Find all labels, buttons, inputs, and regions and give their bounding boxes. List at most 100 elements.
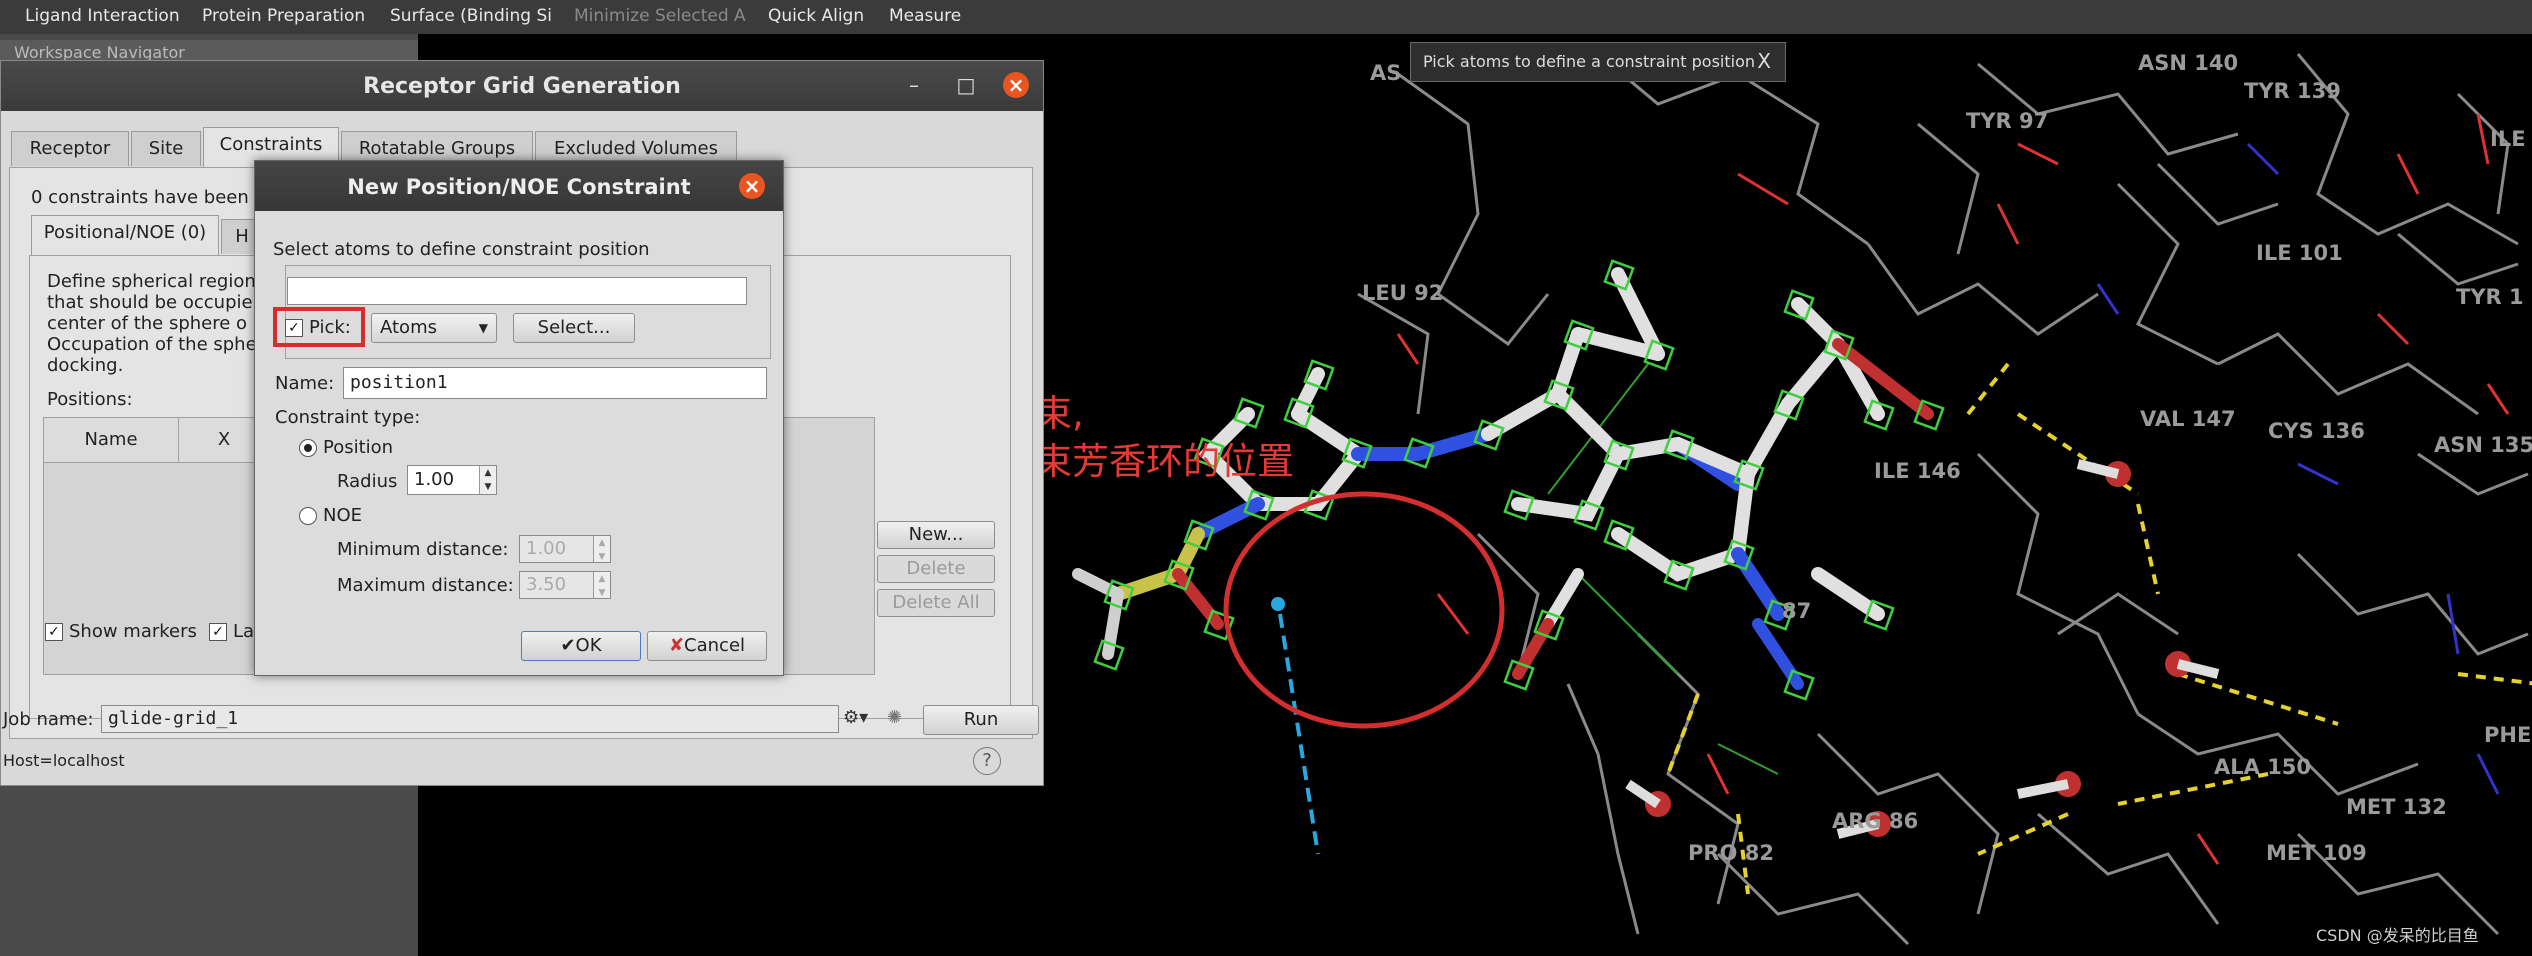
run-button[interactable]: Run [923,705,1039,735]
positions-label: Positions: [47,389,133,410]
residue-label: ILE [2490,127,2526,151]
centroid-axis [1278,613,1320,855]
residue-label: ASN 135 [2434,433,2532,457]
constraint-name-input[interactable]: position1 [343,367,767,399]
radius-spinbox[interactable]: 1.00 ▲ ▼ [407,465,497,495]
table-header-name[interactable]: Name [43,417,179,463]
residue-label: CYS 136 [2268,419,2365,443]
residue-label: ASN 140 [2138,51,2238,75]
window-title: Receptor Grid Generation [363,74,681,99]
pick-mode-dropdown[interactable]: Atoms ▼ [371,313,497,343]
tooltip-close-button[interactable]: X [1757,49,1771,73]
chevron-down-icon: ▼ [478,321,488,335]
max-distance-spinbox[interactable]: 3.50 ▲ ▼ [519,571,611,599]
constraint-type-label: Constraint type: [275,407,421,428]
subtab-positional-noe[interactable]: Positional/NOE (0) [31,215,219,256]
name-label: Name: [275,373,335,394]
centroid-marker [1271,597,1285,611]
residue-label: ALA 150 [2214,755,2311,779]
maximize-button[interactable]: □ [953,72,979,98]
ok-button[interactable]: ✔OK [521,631,641,661]
host-label: Host=localhost [3,751,125,770]
cancel-x-icon: ✘ [668,635,685,656]
ok-label: OK [575,635,602,656]
label-checkbox[interactable]: ✓ [209,623,227,641]
menu-protein-preparation[interactable]: Protein Preparation [202,6,365,26]
residue-label: ARG 86 [1832,809,1918,833]
description-text: Define spherical region that should be o… [47,271,257,376]
menu-measure[interactable]: Measure [889,6,961,26]
min-distance-spinbox[interactable]: 1.00 ▲ ▼ [519,535,611,563]
delete-position-button[interactable]: Delete [877,555,995,583]
cancel-label: Cancel [684,635,746,656]
residue-label: AS [1370,61,1401,85]
residue-label: ILE 146 [1874,459,1961,483]
residue-label: TYR 1 [2456,285,2524,309]
pick-label: Pick: [309,317,351,338]
residue-label: MET 109 [2266,841,2367,865]
dialog-titlebar[interactable]: New Position/NOE Constraint × [255,161,783,211]
select-atoms-button[interactable]: Select... [513,313,635,343]
pick-atoms-tooltip: Pick atoms to define a constraint positi… [1410,42,1786,82]
delete-all-button[interactable]: Delete All [877,589,995,617]
residue-label: ILE 101 [2256,241,2343,265]
tooltip-text: Pick atoms to define a constraint positi… [1423,52,1755,71]
show-markers-label: Show markers [69,621,197,642]
tab-site[interactable]: Site [131,131,201,166]
menu-surface-binding[interactable]: Surface (Binding Si [390,6,552,26]
min-distance-label: Minimum distance: [337,539,509,560]
dialog-close-button[interactable]: × [739,173,765,199]
new-position-button[interactable]: New... [877,521,995,549]
max-distance-label: Maximum distance: [337,575,514,596]
noe-radio[interactable] [299,507,317,525]
min-distance-value: 1.00 [526,538,567,559]
job-name-input[interactable]: glide-grid_1 [101,705,839,733]
radius-value: 1.00 [414,469,455,490]
heteroatom-bonds [1396,113,2510,865]
window-titlebar[interactable]: Receptor Grid Generation – □ × [1,61,1043,111]
atom-selection-field[interactable] [287,277,747,305]
help-button[interactable]: ? [973,747,1001,775]
position-radio[interactable] [299,439,317,457]
busy-indicator-icon: ✺ [887,707,903,728]
label-checkbox-label: La [233,621,255,642]
spinner-arrows-icon: ▲ ▼ [593,536,610,562]
water-molecules [1625,459,2220,839]
residue-label: 87 [1782,599,1811,623]
instruction-text: Select atoms to define constraint positi… [273,239,650,260]
residue-label: PHE 1 [2484,723,2532,747]
description-line: docking. [47,355,124,376]
noe-option-label: NOE [323,505,363,526]
max-distance-value: 3.50 [526,574,567,595]
menu-minimize-selected[interactable]: Minimize Selected A [574,6,746,26]
dialog-title: New Position/NOE Constraint [347,175,691,199]
show-markers-checkbox[interactable]: ✓ [45,623,63,641]
annotation-circle [1223,491,1505,729]
settings-gear-icon[interactable]: ⚙▾ [843,707,868,728]
cancel-button[interactable]: ✘Cancel [647,631,767,661]
new-position-noe-constraint-dialog: New Position/NOE Constraint × Select ato… [254,160,784,676]
residue-label: TYR 97 [1966,109,2048,133]
description-line: that should be occupie [47,292,253,313]
description-line: Define spherical region [47,271,256,292]
menu-bar: Ligand Interaction Protein Preparation S… [0,0,2532,35]
pick-checkbox[interactable]: ✓ [285,319,303,337]
close-button[interactable]: × [1003,72,1029,98]
minimize-button[interactable]: – [901,72,927,98]
menu-quick-align[interactable]: Quick Align [768,6,864,26]
tab-receptor[interactable]: Receptor [11,131,129,166]
position-option-label: Position [323,437,394,458]
residue-label: TYR 139 [2244,79,2341,103]
check-icon: ✔ [560,635,576,656]
residue-label: VAL 147 [2140,407,2236,431]
job-name-label: Job name: [3,709,94,730]
residue-label: LEU 92 [1362,281,1443,305]
spinner-arrows-icon: ▲ ▼ [593,572,610,598]
residue-label: PRO 82 [1688,841,1774,865]
residue-label: MET 132 [2346,795,2447,819]
watermark: CSDN @发呆的比目鱼 [2316,926,2479,945]
description-line: center of the sphere o [47,313,248,334]
constraint-count-text: 0 constraints have been [31,187,249,208]
spinner-arrows-icon[interactable]: ▲ ▼ [479,466,496,494]
menu-ligand-interaction[interactable]: Ligand Interaction [25,6,180,26]
